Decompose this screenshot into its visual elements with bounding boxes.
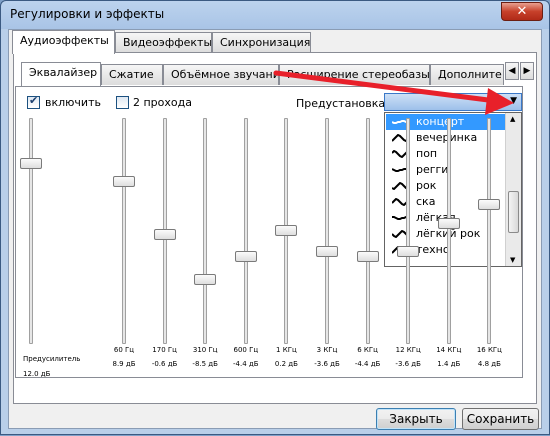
preamp-slider-track[interactable] [29, 118, 33, 344]
preamp-value: 12.0 дБ [23, 370, 51, 378]
band-gain-label: -8.5 дБ [192, 360, 218, 368]
band-slider-thumb[interactable] [316, 246, 338, 258]
close-window-button[interactable]: ✕ [501, 2, 543, 21]
band-frequency-label: 170 Гц [152, 346, 177, 354]
window-title: Регулировки и эффекты [10, 7, 165, 21]
band-gain-label: 4.8 дБ [477, 360, 501, 368]
band-frequency-label: 14 КГц [436, 346, 462, 354]
band-gain-label: -4.4 дБ [233, 360, 259, 368]
band-frequency-label: 600 Гц [233, 346, 259, 354]
band-gain-label: 0.2 дБ [274, 360, 298, 368]
preset-option-label: техно [416, 243, 450, 256]
band-slider-thumb[interactable] [275, 224, 298, 236]
preset-combobox[interactable]: ▼ [384, 93, 522, 111]
band-gain-label: -0.6 дБ [151, 360, 178, 368]
band-gain-label: -3.6 дБ [314, 360, 340, 368]
enable-checkbox[interactable] [27, 94, 40, 109]
band-slider-track[interactable] [203, 118, 208, 344]
band-frequency-label: 16 КГц [476, 346, 502, 354]
subtab-spatializer[interactable]: Объёмное звучание [163, 64, 279, 85]
dialog-client: Аудиоэффекты Видеоэффекты Синхронизация … [8, 29, 542, 430]
two-pass-checkbox[interactable] [116, 96, 129, 109]
band-frequency-label: 6 КГц [357, 346, 378, 354]
band-gain-label: -3.6 дБ [395, 360, 421, 368]
scroll-down-icon[interactable]: ▼ [510, 256, 515, 264]
preset-option-label: рок [416, 179, 437, 192]
preset-option-label: концерт [416, 115, 465, 128]
preamp-slider-thumb[interactable] [20, 158, 42, 170]
band-slider-thumb[interactable] [234, 250, 257, 262]
band-gain-label: -4.4 дБ [354, 360, 381, 368]
close-icon: ✕ [516, 4, 528, 19]
subtab-stereo-widener[interactable]: Расширение стереобазы [279, 64, 430, 85]
tab-video-effects[interactable]: Видеоэффекты [115, 32, 212, 53]
preset-option-label: ска [416, 195, 436, 208]
preset-label: Предустановка [296, 97, 386, 110]
close-button[interactable]: Закрыть [376, 408, 456, 430]
subtab-compression[interactable]: Сжатие [101, 64, 163, 85]
preset-option-label: поп [416, 147, 438, 160]
band-slider-thumb[interactable] [113, 175, 135, 187]
preset-dropdown-list[interactable]: концертвечеринкапопреггирокскалёгкаялёгк… [384, 112, 522, 267]
subtab-scroll-left[interactable]: ◀ [505, 62, 519, 80]
chevron-right-icon: ▶ [523, 66, 531, 76]
band-slider-thumb[interactable] [194, 274, 217, 286]
band-slider-thumb[interactable] [356, 250, 379, 262]
chevron-down-icon: ▼ [510, 96, 517, 106]
preset-option-label: регги [416, 163, 449, 176]
band-frequency-label: 12 КГц [395, 346, 421, 354]
enable-label: включить [45, 96, 101, 109]
band-slider-thumb[interactable] [437, 218, 460, 230]
band-gain-label: 8.9 дБ [112, 360, 136, 368]
preamp-label: Предусилитель [23, 355, 81, 363]
band-slider-track[interactable] [243, 118, 248, 344]
band-frequency-label: 3 КГц [316, 346, 338, 354]
two-pass-label: 2 прохода [133, 96, 192, 109]
tab-synchronization[interactable]: Синхронизация [212, 32, 311, 53]
band-gain-label: 1.4 дБ [437, 360, 461, 368]
band-slider-track[interactable] [446, 118, 451, 344]
band-frequency-label: 310 Гц [192, 346, 218, 354]
band-slider-thumb[interactable] [478, 198, 501, 210]
subtab-scroll-right[interactable]: ▶ [520, 62, 534, 80]
dropdown-scrollbar[interactable]: ▲ ▼ [505, 113, 521, 266]
dropdown-scroll-thumb[interactable] [508, 191, 519, 233]
subtab-advanced[interactable]: Дополните [430, 64, 504, 85]
settings-window: Регулировки и эффекты ✕ Аудиоэффекты Вид… [0, 0, 550, 435]
tab-audio-effects[interactable]: Аудиоэффекты [12, 30, 115, 54]
band-slider-track[interactable] [487, 118, 492, 344]
band-slider-thumb[interactable] [153, 229, 176, 241]
band-slider-track[interactable] [325, 118, 329, 344]
subtab-equalizer[interactable]: Эквалайзер [21, 62, 101, 86]
band-slider-track[interactable] [365, 118, 370, 344]
band-frequency-label: 1 КГц [276, 346, 297, 354]
band-slider-track[interactable] [122, 118, 126, 344]
band-slider-track[interactable] [406, 118, 411, 344]
save-button[interactable]: Сохранить [462, 408, 539, 430]
band-frequency-label: 60 Гц [113, 346, 135, 354]
chevron-left-icon: ◀ [508, 66, 516, 76]
band-slider-thumb[interactable] [397, 246, 420, 258]
scroll-up-icon[interactable]: ▲ [510, 115, 515, 123]
title-bar: Регулировки и эффекты ✕ [1, 1, 549, 29]
